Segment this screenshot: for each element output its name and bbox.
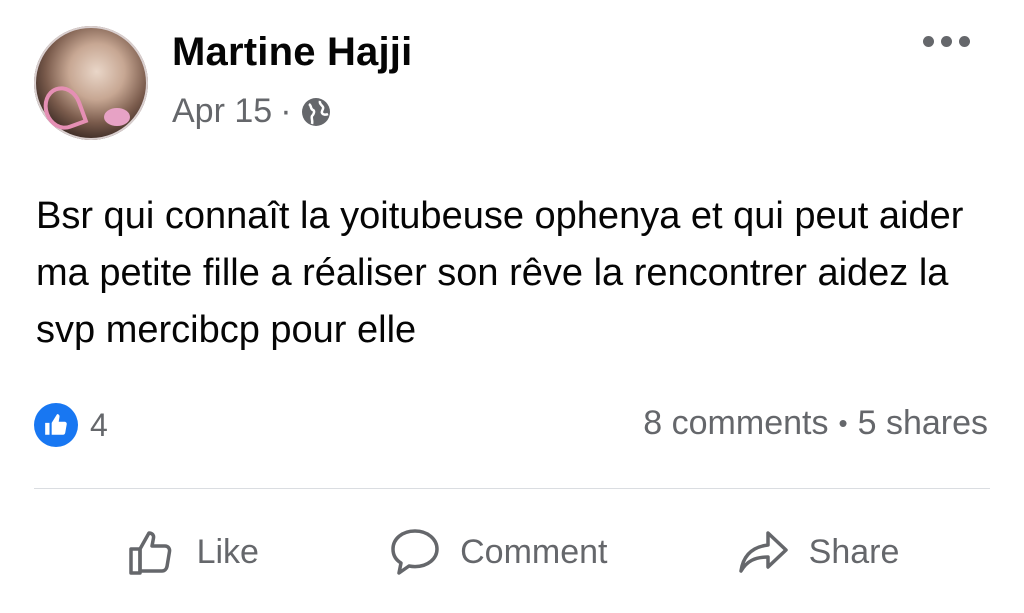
ribbon-decoration xyxy=(37,80,89,136)
comment-icon xyxy=(391,529,439,575)
share-arrow-icon xyxy=(738,531,788,573)
like-button[interactable]: Like xyxy=(125,525,259,579)
post-date[interactable]: Apr 15 xyxy=(172,92,272,131)
comments-count[interactable]: 8 comments xyxy=(643,404,828,443)
meta-separator: · xyxy=(280,92,292,130)
share-button[interactable]: Share xyxy=(737,525,900,579)
flower-decoration xyxy=(104,108,130,126)
like-icon xyxy=(34,403,78,447)
author-name[interactable]: Martine Hajji xyxy=(172,30,412,75)
post-text: Bsr qui connaît la yoitubeuse ophenya et… xyxy=(36,195,964,351)
stats-separator: • xyxy=(838,408,848,438)
thumbs-up-icon xyxy=(128,531,171,575)
action-bar: Like Comment Share xyxy=(0,520,1024,584)
post-meta: Apr 15 · xyxy=(172,92,332,131)
comment-button[interactable]: Comment xyxy=(388,525,608,579)
like-label: Like xyxy=(196,532,259,571)
comment-label: Comment xyxy=(460,532,608,571)
more-options-button[interactable] xyxy=(923,36,970,47)
reaction-count: 4 xyxy=(90,406,108,443)
more-dot-icon xyxy=(941,36,952,47)
share-label: Share xyxy=(808,532,900,571)
shares-count[interactable]: 5 shares xyxy=(858,404,988,443)
globe-icon xyxy=(301,97,330,126)
engagement-stats: 8 comments • 5 shares xyxy=(643,404,988,443)
reactions-summary[interactable]: 4 xyxy=(34,402,108,448)
more-dot-icon xyxy=(959,36,970,47)
more-dot-icon xyxy=(923,36,934,47)
avatar[interactable] xyxy=(34,26,148,140)
divider xyxy=(34,488,990,489)
